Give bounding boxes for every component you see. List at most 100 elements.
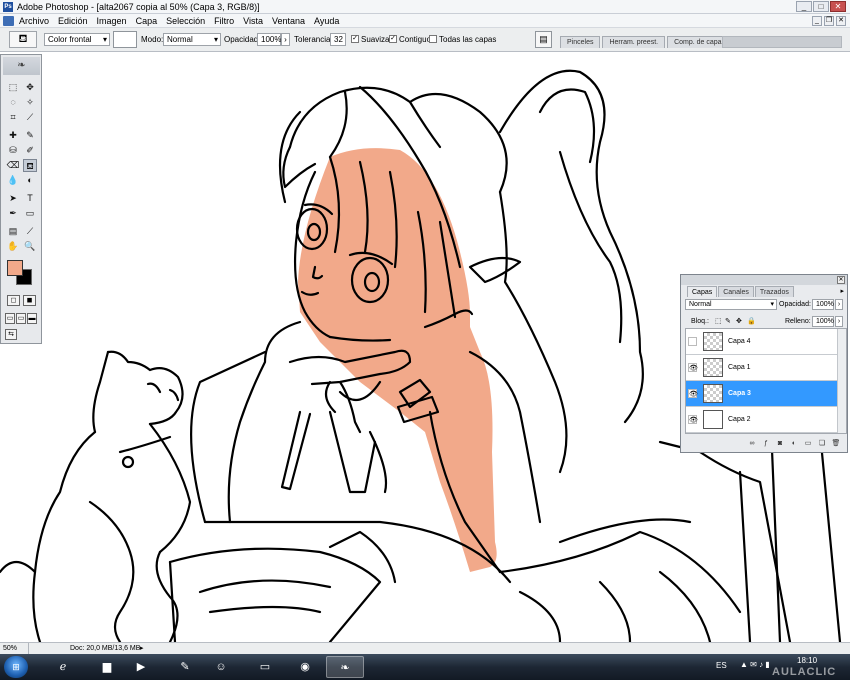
tolerance-input[interactable]: 32 (330, 33, 346, 46)
mode-select[interactable]: Normal (163, 33, 221, 46)
media-center-icon[interactable]: ▭ (246, 656, 284, 678)
brush-icon[interactable]: ✎ (23, 129, 37, 142)
eye-icon[interactable]: 👁 (688, 389, 698, 398)
lasso-icon[interactable]: ◌ (6, 96, 20, 109)
menu-seleccion[interactable]: Selección (166, 14, 205, 28)
language-indicator[interactable]: ES (716, 661, 727, 670)
tab-capas[interactable]: Capas (687, 286, 718, 297)
menu-vista[interactable]: Vista (243, 14, 263, 28)
tab-canales[interactable]: Canales (718, 286, 754, 297)
layer-row-capa-2[interactable]: 👁 Capa 2 (686, 407, 837, 433)
screen-mode-3-icon[interactable]: ▬ (27, 313, 37, 324)
explorer-folder-icon[interactable]: ▆ (88, 656, 126, 678)
clone-stamp-icon[interactable]: ⛁ (6, 144, 20, 157)
menu-ventana[interactable]: Ventana (272, 14, 305, 28)
fill-source-select[interactable]: Color frontal (44, 33, 110, 46)
eye-icon[interactable]: 👁 (688, 363, 698, 372)
crop-icon[interactable]: ⌗ (6, 111, 20, 124)
pattern-swatch[interactable] (113, 31, 137, 48)
doc-restore-button[interactable]: ❐ (824, 16, 834, 26)
jump-to-imageready-icon[interactable]: ⇆ (5, 329, 17, 340)
pen-icon[interactable]: ✒ (6, 207, 20, 220)
layer-row-capa-3[interactable]: 👁 Capa 3 (686, 381, 837, 407)
doc-close-button[interactable]: ✕ (836, 16, 846, 26)
history-brush-icon[interactable]: ✐ (23, 144, 37, 157)
status-menu-icon[interactable]: ▸ (140, 643, 144, 654)
quick-mask-icon[interactable]: ◼ (23, 295, 36, 306)
antialias-checkbox[interactable]: ✓ (351, 35, 359, 43)
menu-ayuda[interactable]: Ayuda (314, 14, 339, 28)
adjustment-layer-icon[interactable]: ◐ (789, 439, 799, 449)
photoshop-task-icon[interactable]: ❧ (326, 656, 364, 678)
hand-icon[interactable]: ✋ (6, 240, 20, 253)
start-button[interactable]: ⊞ (4, 656, 28, 678)
close-button[interactable]: ✕ (830, 1, 846, 12)
internet-explorer-icon[interactable]: ℯ (44, 656, 82, 678)
lock-position-icon[interactable]: ✥ (736, 316, 742, 327)
blur-icon[interactable]: 💧 (6, 174, 20, 187)
tab-trazados[interactable]: Trazados (754, 286, 794, 297)
maximize-button[interactable]: □ (813, 1, 829, 12)
standard-mode-icon[interactable]: ◻ (7, 295, 20, 306)
opacity-input[interactable]: 100% (257, 33, 281, 46)
foreground-color-swatch[interactable] (7, 260, 23, 276)
layer-row-capa-4[interactable]: Capa 4 (686, 329, 837, 355)
eye-icon[interactable]: 👁 (688, 415, 698, 424)
blend-mode-select[interactable]: Normal (685, 299, 777, 310)
menu-imagen[interactable]: Imagen (97, 14, 127, 28)
menu-filtro[interactable]: Filtro (214, 14, 234, 28)
chrome-icon[interactable]: ◉ (286, 656, 324, 678)
layer-style-icon[interactable]: ƒ (761, 439, 771, 449)
panel-opacity-input[interactable]: 100% (812, 299, 834, 310)
tab-herram-preest[interactable]: Herram. preest. (602, 36, 666, 48)
menu-archivo[interactable]: Archivo (19, 14, 49, 28)
messenger-icon[interactable]: ☺ (202, 656, 240, 678)
screen-mode-1-icon[interactable]: ▭ (5, 313, 15, 324)
type-icon[interactable]: T (23, 192, 37, 205)
shape-icon[interactable]: ▭ (23, 207, 37, 220)
slice-icon[interactable]: ⟋ (23, 111, 37, 124)
lock-pixels-icon[interactable]: ✎ (725, 316, 731, 327)
paint-bucket-icon[interactable]: ⛾ (9, 31, 37, 48)
screen-mode-2-icon[interactable]: ▭ (16, 313, 26, 324)
menu-capa[interactable]: Capa (136, 14, 158, 28)
fill-input[interactable]: 100% (812, 316, 834, 327)
notes-icon[interactable]: ▤ (6, 225, 20, 238)
clock[interactable]: 18:10 (797, 656, 817, 666)
lock-transparency-icon[interactable]: ⬚ (715, 316, 722, 327)
all-layers-checkbox[interactable] (429, 35, 437, 43)
panel-opacity-arrow[interactable]: › (835, 299, 843, 310)
layer-list-scrollbar[interactable] (837, 329, 846, 433)
panel-menu-icon[interactable]: ▸ (840, 287, 844, 295)
panel-close-icon[interactable]: ✕ (837, 276, 845, 284)
fill-arrow[interactable]: › (835, 316, 843, 327)
layer-row-capa-1[interactable]: 👁 Capa 1 (686, 355, 837, 381)
marquee-icon[interactable]: ⬚ (6, 81, 20, 94)
new-layer-icon[interactable]: ❏ (817, 439, 827, 449)
tray-icons[interactable]: ▲ ✉ ♪ ▮ (740, 660, 770, 669)
minimize-button[interactable]: _ (796, 1, 812, 12)
opacity-slider-button[interactable]: › (281, 33, 290, 46)
move-icon[interactable]: ✥ (23, 81, 37, 94)
healing-brush-icon[interactable]: ✚ (6, 129, 20, 142)
zoom-icon[interactable]: 🔍 (23, 240, 37, 253)
paint-bucket-tool-icon[interactable]: ⛾ (23, 159, 37, 172)
visibility-toggle-empty[interactable] (688, 337, 697, 346)
media-player-icon[interactable]: ▶ (122, 656, 160, 678)
lock-all-icon[interactable]: 🔒 (747, 316, 756, 327)
delete-layer-icon[interactable]: 🗑 (831, 439, 841, 449)
layer-mask-icon[interactable]: ◙ (775, 439, 785, 449)
new-group-icon[interactable]: ▭ (803, 439, 813, 449)
eraser-icon[interactable]: ⌫ (6, 159, 20, 172)
dodge-icon[interactable]: ◐ (23, 174, 37, 187)
menu-edicion[interactable]: Edición (58, 14, 88, 28)
link-layers-icon[interactable]: ∞ (747, 439, 757, 449)
palette-toggle-icon[interactable]: ▤ (535, 31, 552, 48)
zoom-level[interactable]: 50% (3, 643, 29, 654)
tab-pinceles[interactable]: Pinceles (560, 36, 601, 48)
eyedropper-icon[interactable]: ⟋ (23, 225, 37, 238)
magic-wand-icon[interactable]: ✧ (23, 96, 37, 109)
contiguous-checkbox[interactable]: ✓ (389, 35, 397, 43)
paint-app-icon[interactable]: ✎ (166, 656, 204, 678)
path-selection-icon[interactable]: ➤ (6, 192, 20, 205)
